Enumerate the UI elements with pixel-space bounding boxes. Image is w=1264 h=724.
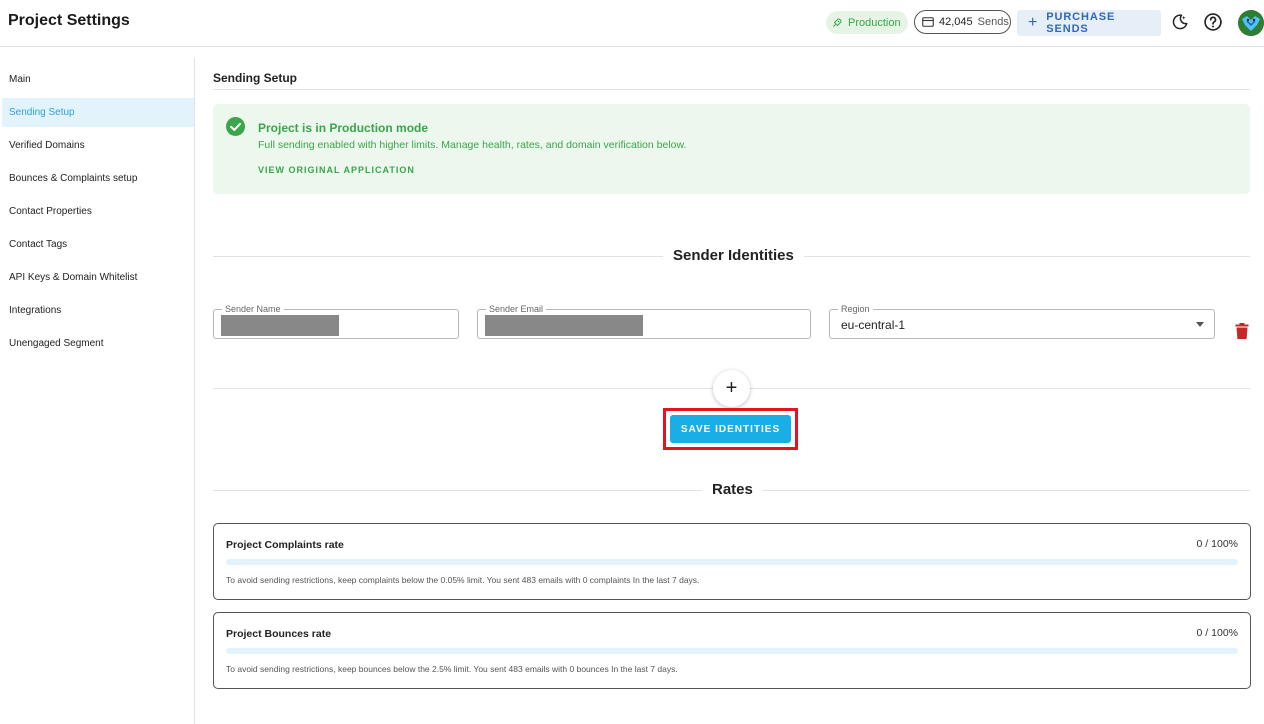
sidebar-item-contact-properties[interactable]: Contact Properties [2, 197, 194, 226]
sidebar-item-bounces-complaints[interactable]: Bounces & Complaints setup [2, 164, 194, 193]
sidebar-item-verified-domains[interactable]: Verified Domains [2, 131, 194, 160]
section-title: Sending Setup [213, 71, 297, 85]
plus-icon: + [725, 377, 738, 399]
purchase-sends-label: PURCHASE SENDS [1046, 11, 1116, 35]
redacted-value [485, 315, 643, 336]
sidebar-item-api-keys[interactable]: API Keys & Domain Whitelist [2, 263, 194, 292]
sends-balance[interactable]: 42,045 Sends [914, 10, 1011, 34]
rate-progress-bar [226, 559, 1238, 565]
sender-email-label: Sender Email [486, 303, 547, 315]
page-title: Project Settings [8, 12, 130, 29]
rate-note: To avoid sending restrictions, keep boun… [226, 664, 678, 674]
sender-identities-heading: Sender Identities [663, 247, 804, 264]
region-select[interactable]: Region eu-central-1 [829, 303, 1215, 339]
avatar[interactable] [1238, 10, 1264, 36]
sends-label: Sends [977, 16, 1009, 28]
section-divider [213, 89, 1250, 90]
view-original-application-link[interactable]: VIEW ORIGINAL APPLICATION [258, 165, 415, 175]
sender-name-field[interactable]: Sender Name [213, 303, 459, 339]
rocket-icon [833, 18, 842, 27]
caret-down-icon [1196, 322, 1204, 327]
rate-title: Project Bounces rate [226, 628, 332, 640]
sidebar-item-unengaged-segment[interactable]: Unengaged Segment [2, 329, 194, 358]
alert-title: Project is in Production mode [258, 121, 429, 135]
sender-email-field[interactable]: Sender Email [477, 303, 811, 339]
redacted-value [221, 315, 339, 336]
sidebar-item-integrations[interactable]: Integrations [2, 296, 194, 325]
rate-progress-bar [226, 648, 1238, 654]
check-circle-icon [226, 117, 245, 136]
rate-title: Project Complaints rate [226, 539, 344, 551]
production-alert: Project is in Production mode Full sendi… [213, 104, 1250, 194]
add-identity-button[interactable]: + [713, 370, 750, 407]
region-label: Region [838, 303, 873, 315]
production-badge[interactable]: Production [826, 11, 908, 34]
moon-icon[interactable] [1171, 13, 1189, 31]
plus-icon: + [1028, 14, 1039, 31]
bounces-rate-card: Project Bounces rate 0 / 100% To avoid s… [213, 612, 1251, 689]
sends-count: 42,045 [939, 16, 973, 28]
top-bar: Project Settings Production 42,045 Sends… [0, 0, 1264, 47]
trash-icon[interactable] [1235, 323, 1249, 339]
alert-description: Full sending enabled with higher limits.… [258, 139, 687, 151]
rate-note: To avoid sending restrictions, keep comp… [226, 575, 700, 585]
rate-value: 0 / 100% [1196, 538, 1238, 550]
avatar-image [1238, 10, 1264, 36]
region-value: eu-central-1 [841, 318, 906, 332]
settings-sidebar: Main Sending Setup Verified Domains Boun… [0, 58, 195, 724]
card-icon [922, 17, 934, 27]
sidebar-item-sending-setup[interactable]: Sending Setup [2, 98, 194, 127]
help-icon[interactable] [1203, 12, 1223, 32]
save-identities-button[interactable]: SAVE IDENTITIES [670, 415, 791, 443]
complaints-rate-card: Project Complaints rate 0 / 100% To avoi… [213, 523, 1251, 600]
sidebar-item-main[interactable]: Main [2, 65, 194, 94]
rate-value: 0 / 100% [1196, 627, 1238, 639]
production-badge-label: Production [848, 16, 901, 29]
sidebar-item-contact-tags[interactable]: Contact Tags [2, 230, 194, 259]
purchase-sends-button[interactable]: + PURCHASE SENDS [1017, 10, 1161, 36]
sender-name-label: Sender Name [222, 303, 284, 315]
rates-heading: Rates [702, 481, 763, 498]
